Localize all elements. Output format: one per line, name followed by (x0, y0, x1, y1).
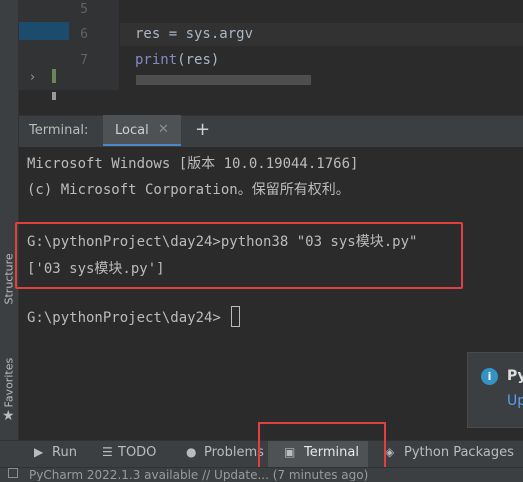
chevron-right-icon[interactable]: › (30, 70, 35, 85)
gutter-marker (52, 92, 56, 100)
change-marker (52, 69, 56, 83)
code-line-7[interactable]: print(res) (135, 52, 219, 68)
terminal-line: (c) Microsoft Corporation。保留所有权利。 (27, 182, 350, 198)
favorites-tab-label: Favorites (2, 357, 16, 408)
status-icon[interactable] (8, 468, 18, 478)
terminal-cursor (231, 306, 240, 327)
play-icon: ▶ (34, 445, 44, 459)
close-icon[interactable]: ✕ (158, 122, 169, 137)
tab-local-label[interactable]: Local (115, 123, 149, 138)
terminal-prompt: G:\pythonProject\day24> (27, 310, 221, 326)
info-icon: i (481, 368, 498, 385)
todo-button[interactable]: TODO (118, 445, 156, 460)
terminal-line: Microsoft Windows [版本 10.0.19044.1766] (27, 156, 359, 172)
star-icon[interactable]: ★ (2, 408, 15, 424)
list-icon: ☰ (102, 445, 113, 459)
structure-tab-label: Structure (2, 253, 16, 305)
add-tab-icon[interactable]: + (195, 119, 210, 140)
problems-button[interactable]: Problems (204, 445, 264, 460)
terminal-header (19, 115, 523, 147)
packages-icon: ◈ (385, 445, 395, 459)
line-number: 7 (80, 53, 88, 68)
gutter-highlight (19, 22, 69, 40)
notification-link[interactable]: Up (507, 393, 523, 409)
print-keyword: print (135, 52, 178, 68)
notification-popup[interactable] (467, 352, 523, 428)
status-text[interactable]: PyCharm 2022.1.3 available // Update... … (29, 469, 368, 481)
python-packages-button[interactable]: Python Packages (404, 445, 514, 460)
problems-icon: ● (186, 445, 197, 459)
highlight-box (15, 222, 463, 289)
line-number: 5 (80, 2, 88, 17)
run-button[interactable]: Run (52, 445, 77, 460)
editor-blank-area (119, 90, 523, 115)
print-args: (res) (177, 52, 220, 68)
code-line-6[interactable]: res = sys.argv (135, 26, 253, 42)
terminal-title: Terminal: (29, 123, 89, 138)
notification-title: Py (507, 368, 523, 384)
line-number: 6 (80, 27, 88, 42)
horizontal-scrollbar[interactable] (136, 75, 311, 85)
